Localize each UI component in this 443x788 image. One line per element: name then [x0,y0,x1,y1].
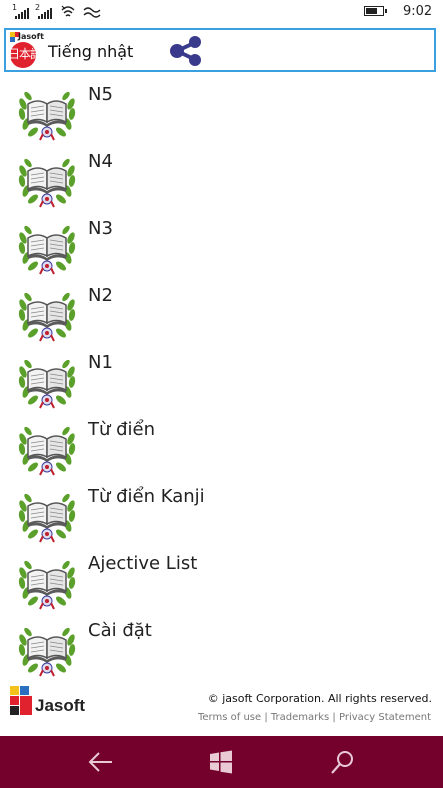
menu-item-label: Từ điển [88,419,156,440]
jasoft-logo: Jasoft [10,686,85,715]
share-icon[interactable] [168,36,204,66]
menu-item-label: Từ điển Kanji [88,486,205,507]
menu-item[interactable]: N3 [0,210,443,277]
menu-item-label: N5 [88,84,113,105]
status-bar: 1 2 9:02 [0,0,443,26]
book-laurel-icon [16,285,78,343]
menu-item-label: N2 [88,285,113,306]
navigation-bar [0,736,443,788]
book-laurel-icon [16,620,78,678]
book-laurel-icon [16,151,78,209]
menu-item-label: N4 [88,151,113,172]
trademarks-link[interactable]: Trademarks [271,712,329,723]
windows-icon[interactable] [206,748,236,776]
link-separator: | [261,712,271,723]
menu-item[interactable]: N5 [0,76,443,143]
search-icon[interactable] [328,748,358,776]
wifi-icon [61,5,75,17]
menu-item[interactable]: Ajective List [0,545,443,612]
menu-item-label: Ajective List [88,553,198,574]
back-icon[interactable] [86,748,116,776]
app-logo: Jasoft 日本語 [8,31,48,71]
menu-item[interactable]: N1 [0,344,443,411]
footer: Jasoft © jasoft Corporation. All rights … [0,680,443,730]
menu-item-label: Cài đặt [88,620,152,641]
menu-item[interactable]: Từ điển [0,411,443,478]
battery-icon [364,6,387,16]
menu-item[interactable]: Từ điển Kanji [0,478,443,545]
logo-kanji: 日本語 [8,47,42,61]
app-header: Jasoft 日本語 Tiếng nhật [4,28,436,72]
book-laurel-icon [16,419,78,477]
clock: 9:02 [403,4,433,19]
vibrate-icon [83,7,101,18]
copyright-text: © jasoft Corporation. All rights reserve… [207,692,432,705]
book-laurel-icon [16,84,78,142]
book-laurel-icon [16,553,78,611]
menu-item[interactable]: Cài đặt [0,612,443,679]
privacy-link[interactable]: Privacy Statement [339,712,431,723]
menu-item-label: N1 [88,352,113,373]
footer-links: Terms of use | Trademarks | Privacy Stat… [198,712,431,723]
link-separator: | [329,712,339,723]
battery-level [366,8,377,14]
menu-item-label: N3 [88,218,113,239]
book-laurel-icon [16,218,78,276]
page-title: Tiếng nhật [48,42,134,61]
logo-small-text: Jasoft [18,32,44,41]
menu-item[interactable]: N4 [0,143,443,210]
book-laurel-icon [16,352,78,410]
footer-logo-text: Jasoft [35,696,85,715]
menu-item[interactable]: N2 [0,277,443,344]
book-laurel-icon [16,486,78,544]
terms-link[interactable]: Terms of use [198,712,261,723]
